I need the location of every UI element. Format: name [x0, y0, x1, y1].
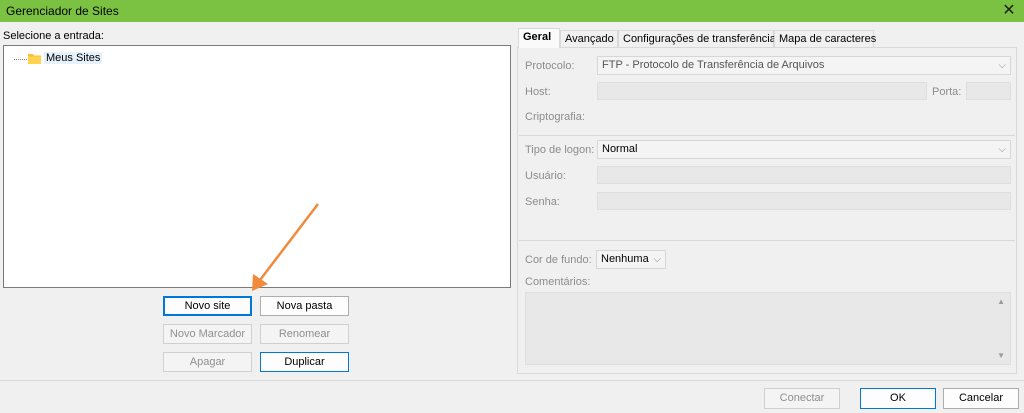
tab-charset[interactable]: Mapa de caracteres	[774, 30, 876, 47]
comments-textarea[interactable]: ▲ ▼	[525, 292, 1011, 365]
cancel-button[interactable]: Cancelar	[943, 388, 1019, 409]
divider	[519, 240, 1015, 241]
close-icon[interactable]: ✕	[994, 0, 1024, 22]
scroll-down-icon[interactable]: ▼	[997, 351, 1005, 360]
site-tree[interactable]: Meus Sites	[3, 45, 511, 288]
tree-item-my-sites[interactable]: Meus Sites	[44, 52, 103, 64]
chevron-down-icon: ⌵	[653, 254, 661, 265]
ok-button[interactable]: OK	[860, 388, 936, 409]
footer-divider	[0, 380, 1024, 381]
connect-button[interactable]: Conectar	[764, 388, 840, 409]
password-label: Senha:	[525, 196, 560, 208]
protocol-select[interactable]: FTP - Protocolo de Transferência de Arqu…	[597, 56, 1011, 75]
comments-label: Comentários:	[525, 276, 591, 288]
bg-color-label: Cor de fundo:	[525, 254, 592, 266]
rename-button[interactable]: Renomear	[260, 324, 349, 344]
port-label: Porta:	[932, 86, 962, 98]
logon-type-label: Tipo de logon:	[525, 144, 595, 156]
window-title: Gerenciador de Sites	[6, 4, 119, 18]
protocol-label: Protocolo:	[525, 60, 575, 72]
title-bar: Gerenciador de Sites ✕	[0, 0, 1024, 22]
new-folder-button[interactable]: Nova pasta	[260, 296, 349, 316]
logon-type-select[interactable]: Normal ⌵	[597, 140, 1011, 159]
host-input[interactable]	[597, 82, 927, 100]
user-input[interactable]	[597, 166, 1011, 184]
select-entry-label: Selecione a entrada:	[3, 30, 104, 42]
encryption-label: Criptografia:	[525, 111, 585, 123]
logon-type-value: Normal	[602, 143, 638, 155]
folder-icon	[28, 54, 41, 64]
delete-button[interactable]: Apagar	[163, 352, 252, 372]
scroll-up-icon[interactable]: ▲	[997, 297, 1005, 306]
divider	[519, 135, 1015, 136]
new-bookmark-button[interactable]: Novo Marcador	[163, 324, 252, 344]
user-label: Usuário:	[525, 170, 566, 182]
tab-transfer-settings[interactable]: Configurações de transferência	[618, 30, 776, 47]
port-input[interactable]	[966, 82, 1011, 100]
chevron-down-icon: ⌵	[998, 60, 1006, 71]
tab-general[interactable]: Geral	[518, 28, 560, 48]
tree-connector	[14, 59, 27, 60]
host-label: Host:	[525, 86, 551, 98]
bg-color-value: Nenhuma	[601, 253, 649, 265]
bg-color-select[interactable]: Nenhuma ⌵	[596, 250, 666, 269]
chevron-down-icon: ⌵	[998, 144, 1006, 155]
password-input[interactable]	[597, 192, 1011, 210]
protocol-value: FTP - Protocolo de Transferência de Arqu…	[602, 59, 825, 71]
tab-advanced[interactable]: Avançado	[560, 30, 618, 47]
duplicate-button[interactable]: Duplicar	[260, 352, 349, 372]
new-site-button[interactable]: Novo site	[163, 296, 252, 316]
